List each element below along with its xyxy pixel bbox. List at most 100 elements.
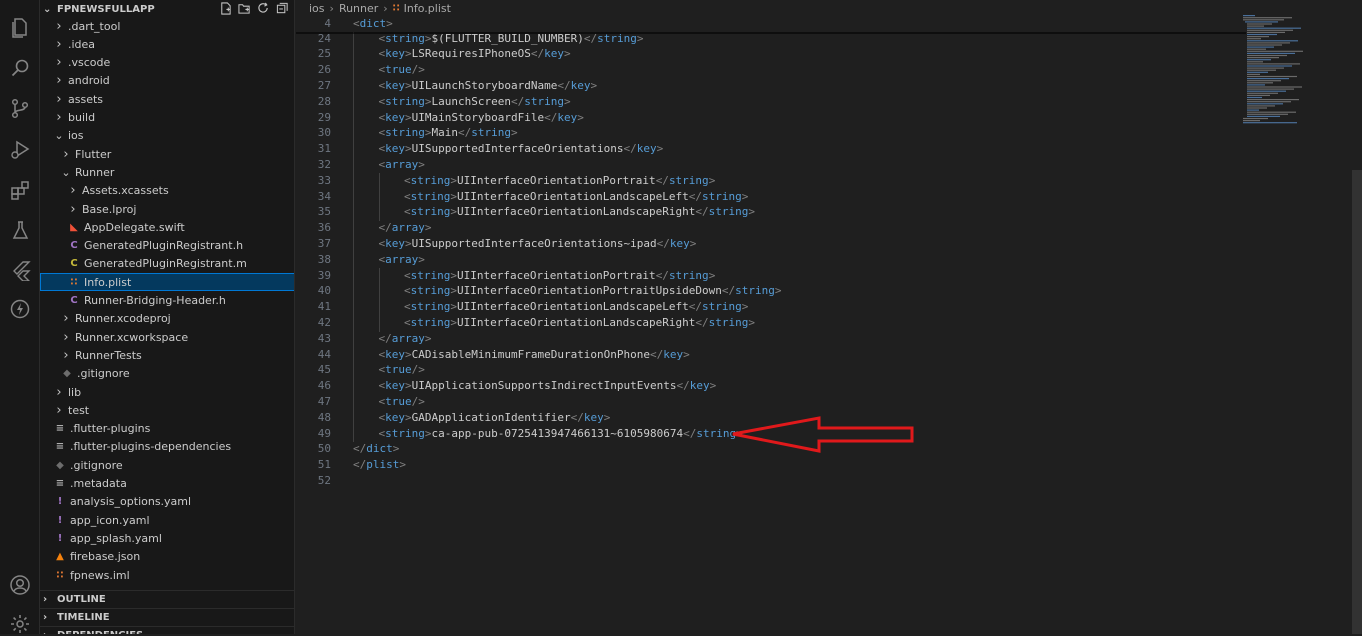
code-line[interactable]: 38 <array> <box>296 252 1236 268</box>
code-line[interactable]: 42 <string>UIInterfaceOrientationLandscap… <box>296 315 1236 331</box>
vertical-scrollbar[interactable] <box>1352 0 1362 634</box>
tree-folder[interactable]: › RunnerTests <box>40 346 294 364</box>
section-timeline[interactable]: › TIMELINE <box>40 608 294 626</box>
code-line[interactable]: 32 <array> <box>296 157 1236 173</box>
tree-file[interactable]: ≡ .flutter-plugins-dependencies <box>40 438 294 456</box>
chevron-right-icon: › <box>56 36 62 52</box>
code-line[interactable]: 34 <string>UIInterfaceOrientationLandscap… <box>296 189 1236 205</box>
xml-file-icon: ∷ <box>56 569 64 581</box>
tree-file[interactable]: ≡ .metadata <box>40 475 294 493</box>
collapse-all-icon[interactable] <box>275 1 289 15</box>
tree-folder[interactable]: › build <box>40 109 294 127</box>
code-line[interactable]: 39 <string>UIInterfaceOrientationPortrait… <box>296 268 1236 284</box>
code-line[interactable]: 41 <string>UIInterfaceOrientationLandscap… <box>296 299 1236 315</box>
tree-file[interactable]: C Runner-Bridging-Header.h <box>40 292 294 310</box>
section-dependencies[interactable]: ›DEPENDENCIES <box>40 626 294 634</box>
code-line[interactable]: 44 <key>CADisableMinimumFrameDurationOnPh… <box>296 347 1236 363</box>
breadcrumb-item[interactable]: Runner <box>339 2 378 15</box>
minimap-line <box>1247 33 1277 36</box>
code-line[interactable]: 37 <key>UISupportedInterfaceOrientations~… <box>296 236 1236 252</box>
tree-file[interactable]: C GeneratedPluginRegistrant.h <box>40 237 294 255</box>
code-line[interactable]: 30 <string>Main</string> <box>296 125 1236 141</box>
explorer-header[interactable]: ⌄ FPNEWSFULLAPP <box>40 0 294 18</box>
extensions-icon[interactable] <box>8 178 32 202</box>
minimap-line <box>1247 113 1288 115</box>
code-line[interactable]: 26 <true/> <box>296 62 1236 78</box>
minimap-line <box>1247 109 1259 111</box>
tree-file[interactable]: ◆ .gitignore <box>40 456 294 474</box>
tree-folder[interactable]: › Flutter <box>40 145 294 163</box>
settings-gear-icon[interactable] <box>8 612 32 636</box>
code-text: <array> <box>378 157 425 171</box>
editor-area: ios › Runner › ∷ Info.plist 24 <string>$(FLUTT… <box>296 0 1362 634</box>
scrollbar-thumb[interactable] <box>1352 170 1362 634</box>
code-line[interactable]: 27 <key>UILaunchStoryboardName</key> <box>296 78 1236 94</box>
code-text: <string>UIInterfaceOrientationLandscapeR… <box>404 205 756 219</box>
new-file-icon[interactable] <box>218 1 232 15</box>
code-line[interactable]: 43 </array> <box>296 331 1236 347</box>
tree-folder[interactable]: › test <box>40 401 294 419</box>
code-line[interactable]: 28 <string>LaunchScreen</string> <box>296 94 1236 110</box>
tree-folder[interactable]: › Runner.xcodeproj <box>40 310 294 328</box>
account-icon[interactable] <box>8 573 32 597</box>
search-icon[interactable] <box>8 56 32 80</box>
minimap[interactable] <box>1240 0 1352 634</box>
tree-folder[interactable]: › android <box>40 72 294 90</box>
swift-file-icon: ◣ <box>70 221 78 233</box>
refresh-icon[interactable] <box>256 1 270 15</box>
tree-folder[interactable]: › lib <box>40 383 294 401</box>
lightning-icon[interactable] <box>8 297 32 321</box>
code-line[interactable]: 52 <box>296 473 1236 489</box>
code-line[interactable]: 40 <string>UIInterfaceOrientationPortrait… <box>296 283 1236 299</box>
tree-folder[interactable]: ⌄ ios <box>40 127 294 145</box>
chevron-right-icon: › <box>56 384 62 400</box>
tree-file[interactable]: ! analysis_options.yaml <box>40 493 294 511</box>
line-number: 48 <box>317 410 331 424</box>
run-debug-icon[interactable] <box>8 137 32 161</box>
tree-file[interactable]: ! app_icon.yaml <box>40 511 294 529</box>
code-line[interactable]: 31 <key>UISupportedInterfaceOrientations<… <box>296 141 1236 157</box>
tree-folder[interactable]: › .dart_tool <box>40 17 294 35</box>
minimap-line <box>1247 88 1294 90</box>
tree-folder[interactable]: › .idea <box>40 35 294 53</box>
flutter-icon[interactable] <box>8 258 32 282</box>
breadcrumb-item[interactable]: Info.plist <box>404 2 451 15</box>
tree-file[interactable]: ◆ .gitignore <box>40 365 294 383</box>
code-line[interactable]: 35 <string>UIInterfaceOrientationLandscap… <box>296 204 1236 220</box>
tree-folder[interactable]: › Base.lproj <box>40 200 294 218</box>
tree-folder[interactable]: › .vscode <box>40 54 294 72</box>
explorer-icon[interactable] <box>8 15 32 39</box>
tree-folder[interactable]: › Assets.xcassets <box>40 182 294 200</box>
code-line[interactable]: 46 <key>UIApplicationSupportsIndirectInpu… <box>296 378 1236 394</box>
tree-folder[interactable]: ⌄ Runner <box>40 163 294 181</box>
tree-item-label: GeneratedPluginRegistrant.m <box>84 257 247 271</box>
source-control-icon[interactable] <box>8 96 32 120</box>
code-line[interactable]: 45 <true/> <box>296 362 1236 378</box>
tree-folder[interactable]: › assets <box>40 90 294 108</box>
chevron-right-icon: › <box>70 201 76 217</box>
tree-folder[interactable]: › Runner.xcworkspace <box>40 328 294 346</box>
breadcrumb-item[interactable]: ios <box>309 2 325 15</box>
code-text: <true/> <box>378 363 425 377</box>
tree-file[interactable]: C GeneratedPluginRegistrant.m <box>40 255 294 273</box>
tree-file[interactable]: ◣ AppDelegate.swift <box>40 218 294 236</box>
line-number: 27 <box>317 78 331 92</box>
testing-icon[interactable] <box>8 218 32 242</box>
code-line[interactable]: 25 <key>LSRequiresIPhoneOS</key> <box>296 46 1236 62</box>
tree-file[interactable]: ▲ firebase.json <box>40 548 294 566</box>
code-line[interactable]: 33 <string>UIInterfaceOrientationPortrait… <box>296 173 1236 189</box>
sticky-scroll-line[interactable]: 4 <dict> <box>296 16 1236 32</box>
tree-file[interactable]: ! app_splash.yaml <box>40 529 294 547</box>
code-line[interactable]: 29 <key>UIMainStoryboardFile</key> <box>296 110 1236 126</box>
new-folder-icon[interactable] <box>237 1 251 15</box>
tree-file[interactable]: ∷ fpnews.iml <box>40 566 294 584</box>
chevron-right-icon: › <box>56 18 62 34</box>
code-text: <string>ca-app-pub-0725413947466131~6105… <box>378 426 743 440</box>
code-line[interactable]: 51 </plist> <box>296 457 1236 473</box>
code-line[interactable]: 47 <true/> <box>296 394 1236 410</box>
minimap-line <box>1243 122 1297 124</box>
code-line[interactable]: 36 </array> <box>296 220 1236 236</box>
tree-file[interactable]: ≡ .flutter-plugins <box>40 420 294 438</box>
tree-file[interactable]: ∷ Info.plist <box>40 273 294 292</box>
section-outline[interactable]: › OUTLINE <box>40 590 294 608</box>
